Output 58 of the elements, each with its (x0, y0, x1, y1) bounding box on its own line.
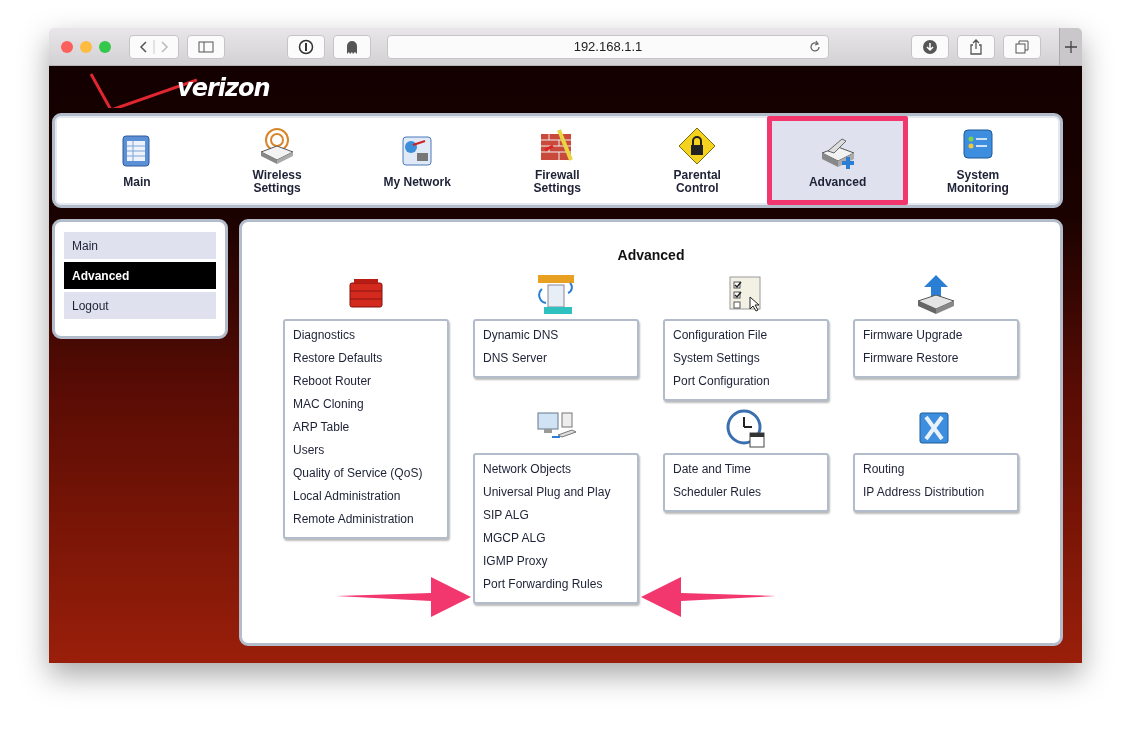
menu-link[interactable]: Diagnostics (293, 328, 439, 351)
menu-link[interactable]: ARP Table (293, 420, 439, 443)
download-icon (923, 39, 937, 54)
menu-link[interactable]: Scheduler Rules (673, 485, 819, 508)
menu-link[interactable]: Configuration File (673, 328, 819, 351)
padlock-sign-icon (677, 126, 718, 166)
menu-link[interactable]: Port Forwarding Rules (483, 577, 629, 600)
menu-link[interactable]: Users (293, 443, 439, 466)
menu-link[interactable]: SIP ALG (483, 508, 629, 531)
menu-link[interactable]: Firmware Restore (863, 351, 1009, 374)
plus-icon (1065, 40, 1077, 53)
downloads-button[interactable] (911, 34, 949, 59)
sidebar-item[interactable]: Main (64, 232, 216, 259)
sidebar-icon (198, 40, 214, 53)
back-forward-buttons[interactable] (129, 34, 179, 59)
menu-link[interactable]: Firmware Upgrade (863, 328, 1009, 351)
menu-link[interactable]: Routing (863, 462, 1009, 485)
menu-link[interactable]: Local Administration (293, 489, 439, 512)
nav-tab[interactable]: My Network (347, 116, 488, 205)
sidebar-button[interactable] (187, 34, 225, 59)
menu-link[interactable]: Universal Plug and Play (483, 485, 629, 508)
menu-link[interactable]: Restore Defaults (293, 351, 439, 374)
close-button[interactable] (61, 40, 73, 53)
menu-link[interactable]: Quality of Service (QoS) (293, 466, 439, 489)
panel-title: Advanced (617, 247, 685, 263)
menu-link[interactable]: MAC Cloning (293, 397, 439, 420)
tabs-icon (1015, 39, 1029, 54)
menu-link[interactable]: Remote Administration (293, 512, 439, 535)
nav-tab[interactable]: System Monitoring (907, 116, 1048, 205)
menu-link[interactable]: DNS Server (483, 351, 629, 374)
key-circle-icon (298, 38, 314, 55)
logo-text: verizon (177, 74, 270, 102)
menu-link[interactable]: System Settings (673, 351, 819, 374)
menu-link[interactable]: MGCP ALG (483, 531, 629, 554)
nav-tab[interactable]: Parental Control (627, 116, 768, 205)
menu-link[interactable]: Reboot Router (293, 374, 439, 397)
extension-button[interactable] (333, 34, 371, 59)
share-icon (969, 38, 983, 55)
address-bar[interactable]: 192.168.1.1 (387, 34, 829, 59)
menu-link[interactable]: IP Address Distribution (863, 485, 1009, 508)
sidebar-item[interactable]: Advanced (64, 262, 216, 289)
clock-icon (724, 407, 768, 449)
ghost-icon (345, 38, 359, 55)
menu-link[interactable]: Network Objects (483, 462, 629, 485)
nav-tab[interactable]: Advanced (767, 116, 908, 205)
menu-link[interactable]: Date and Time (673, 462, 819, 485)
menu-link[interactable]: IGMP Proxy (483, 554, 629, 577)
share-button[interactable] (957, 34, 995, 59)
nav-tab[interactable]: Firewall Settings (487, 116, 628, 205)
tabs-button[interactable] (1003, 34, 1041, 59)
nav-tab[interactable]: Wireless Settings (207, 116, 348, 205)
password-button[interactable] (287, 34, 325, 59)
nav-tab[interactable]: Main (67, 116, 208, 205)
menu-link[interactable]: Dynamic DNS (483, 328, 629, 351)
menu-link[interactable]: Port Configuration (673, 374, 819, 397)
sidebar-item[interactable]: Logout (64, 292, 216, 319)
reload-icon[interactable] (808, 39, 822, 54)
new-tab-button[interactable] (1059, 28, 1082, 65)
